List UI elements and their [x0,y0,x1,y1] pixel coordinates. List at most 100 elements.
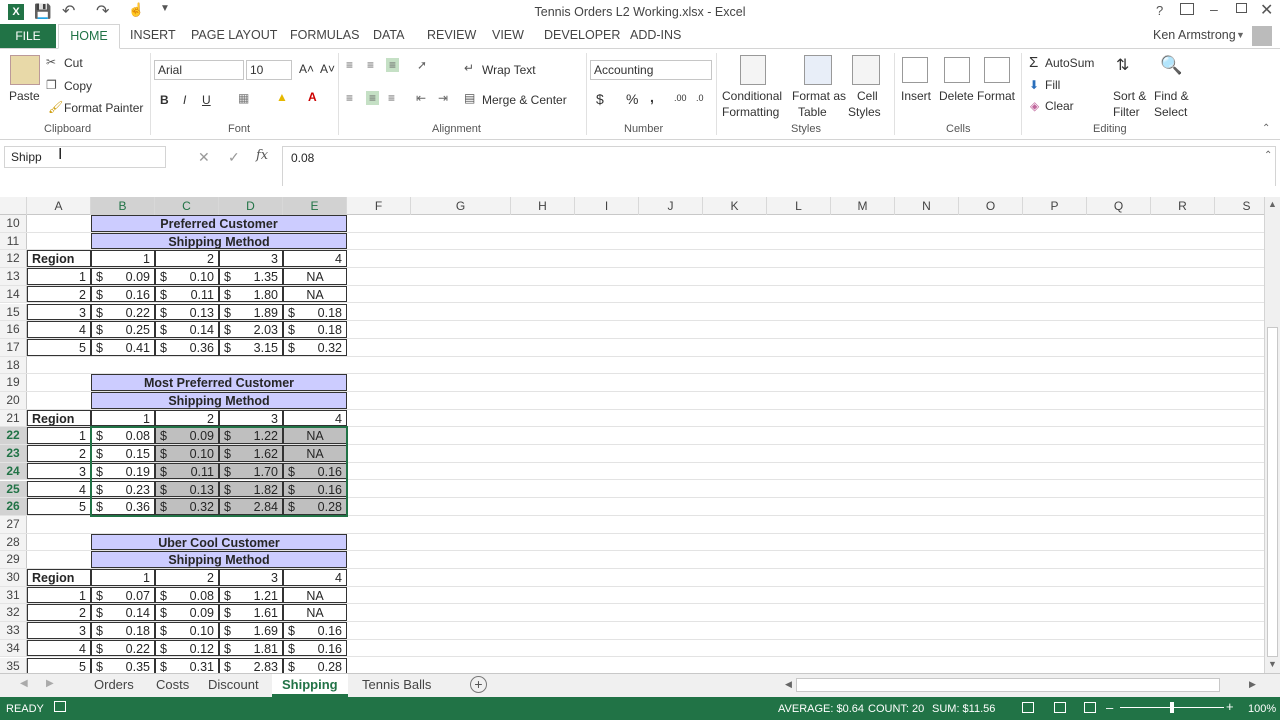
minimize-icon[interactable]: – [1210,1,1218,17]
rate-cell[interactable]: $2.84 [219,498,283,515]
tab-review[interactable]: REVIEW [427,28,476,42]
rate-cell[interactable]: $0.09 [155,427,219,445]
tab-developer[interactable]: DEVELOPER [544,28,620,42]
tab-insert[interactable]: INSERT [130,28,176,42]
borders-icon[interactable]: ▦ [238,91,249,105]
row-header[interactable]: 10 [0,215,27,232]
bold-button[interactable]: B [160,93,169,107]
row-header[interactable]: 29 [0,551,27,568]
tab-file[interactable]: FILE [0,24,56,48]
row-header[interactable]: 30 [0,569,27,586]
ribbon-display-icon[interactable] [1180,3,1194,15]
column-header-s[interactable]: S [1215,197,1264,215]
section-title-cell[interactable]: Shipping Method [91,392,347,409]
column-header-c[interactable]: C [155,197,219,215]
row-header[interactable]: 23 [0,445,27,462]
rate-cell-na[interactable]: NA [283,427,347,445]
rate-cell[interactable]: $0.12 [155,639,219,657]
rate-cell[interactable]: $0.16 [283,462,347,480]
align-right-icon[interactable]: ≡ [388,91,395,105]
rate-cell[interactable]: $1.82 [219,480,283,498]
next-sheet-icon[interactable]: ▶ [46,678,54,689]
rate-cell[interactable]: $1.70 [219,462,283,480]
align-left-icon[interactable]: ≡ [346,91,353,105]
new-sheet-icon[interactable]: + [470,676,487,693]
section-title-cell[interactable]: Shipping Method [91,551,347,568]
tab-add-ins[interactable]: ADD-INS [630,28,681,42]
insert-function-icon[interactable]: fx [256,148,268,163]
method-number-cell[interactable]: 3 [219,250,283,268]
format-as-table-label1[interactable]: Format as [792,89,846,103]
rate-cell[interactable]: $0.35 [91,657,155,673]
row-header[interactable]: 12 [0,250,27,268]
rate-cell[interactable]: $0.22 [91,303,155,321]
rate-cell[interactable]: $0.16 [283,639,347,657]
copy-button[interactable]: Copy [64,79,92,93]
sort-filter-label2[interactable]: Filter [1113,105,1140,119]
row-header[interactable]: 22 [0,427,27,445]
method-number-cell[interactable]: 2 [155,409,219,427]
row-header[interactable]: 34 [0,639,27,657]
row-header[interactable]: 31 [0,586,27,604]
region-number-cell[interactable]: 2 [27,445,91,462]
column-header-j[interactable]: J [639,197,703,215]
sheet-tab-orders[interactable]: Orders [84,674,144,697]
rate-cell[interactable]: $0.16 [91,285,155,303]
method-number-cell[interactable]: 4 [283,569,347,586]
rate-cell[interactable]: $1.89 [219,303,283,321]
rate-cell[interactable]: $0.36 [91,498,155,515]
rate-cell[interactable]: $0.13 [155,303,219,321]
sort-filter-label1[interactable]: Sort & [1113,89,1146,103]
row-header[interactable]: 19 [0,374,27,391]
row-header[interactable]: 14 [0,285,27,303]
region-number-cell[interactable]: 2 [27,285,91,303]
wrap-text-button[interactable]: Wrap Text [482,63,536,77]
region-number-cell[interactable]: 1 [27,427,91,445]
font-size-select[interactable]: 10 [246,60,292,80]
user-name[interactable]: Ken Armstrong [1153,28,1236,42]
conditional-formatting-label1[interactable]: Conditional [722,89,782,103]
region-header-cell[interactable]: Region [27,409,91,427]
row-header[interactable]: 26 [0,498,27,515]
rate-cell[interactable]: $0.08 [155,586,219,604]
avatar[interactable] [1252,26,1272,46]
horizontal-scrollbar[interactable] [796,678,1220,692]
sheet-tab-discount[interactable]: Discount [198,674,269,697]
cut-button[interactable]: Cut [64,56,83,70]
cell-styles-label2[interactable]: Styles [848,105,881,119]
method-number-cell[interactable]: 4 [283,409,347,427]
increase-decimal-icon[interactable]: .00 [674,93,687,103]
rate-cell[interactable]: $1.21 [219,586,283,604]
method-number-cell[interactable]: 3 [219,569,283,586]
method-number-cell[interactable]: 4 [283,250,347,268]
rate-cell[interactable]: $0.28 [283,657,347,673]
rate-cell[interactable]: $0.14 [155,321,219,338]
region-number-cell[interactable]: 5 [27,338,91,356]
select-all-corner[interactable] [0,197,27,215]
accounting-format-button[interactable]: $ [596,91,604,107]
row-header[interactable]: 18 [0,356,27,374]
rate-cell-na[interactable]: NA [283,285,347,303]
rate-cell[interactable]: $1.62 [219,445,283,462]
column-header-a[interactable]: A [27,197,91,215]
hscroll-right-icon[interactable]: ▶ [1249,679,1256,690]
number-format-select[interactable]: Accounting [590,60,712,80]
zoom-slider-thumb[interactable] [1170,702,1174,713]
column-header-e[interactable]: E [283,197,347,215]
rate-cell-na[interactable]: NA [283,604,347,622]
rate-cell[interactable]: $0.10 [155,268,219,285]
orientation-icon[interactable]: ➚ [417,58,427,72]
section-title-cell[interactable]: Most Preferred Customer [91,374,347,391]
row-header[interactable]: 11 [0,232,27,250]
rate-cell[interactable]: $0.14 [91,604,155,622]
rate-cell[interactable]: $3.15 [219,338,283,356]
column-header-q[interactable]: Q [1087,197,1151,215]
row-header[interactable]: 13 [0,268,27,285]
close-icon[interactable]: ✕ [1260,0,1273,20]
tab-home[interactable]: HOME [58,24,120,49]
format-painter-button[interactable]: Format Painter [64,101,143,115]
vertical-scrollbar[interactable]: ▲ ▼ [1264,197,1280,673]
method-number-cell[interactable]: 1 [91,250,155,268]
section-title-cell[interactable]: Preferred Customer [91,215,347,232]
column-header-o[interactable]: O [959,197,1023,215]
